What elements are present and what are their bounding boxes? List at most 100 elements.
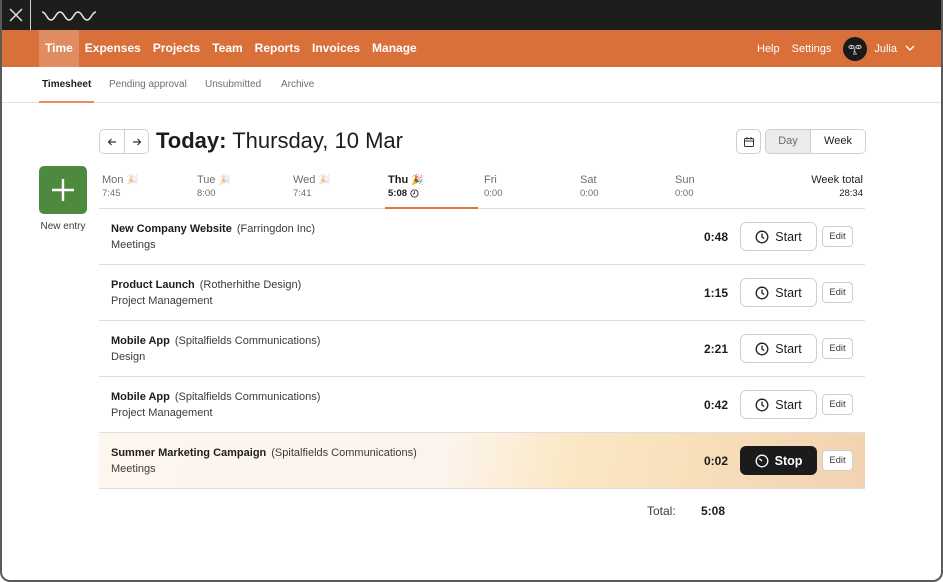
task-name: Project Management [111,407,213,419]
project-name: Mobile App [111,391,170,403]
edit-entry-button[interactable]: Edit [822,450,853,471]
plus-icon [52,179,74,201]
week-strip: Mon 🎉 7:45 Tue 🎉 8:00 Wed 🎉 7:41 Thu 🎉 5:08 … [99,168,865,209]
client-name: (Rotherhithe Design) [199,279,302,291]
avatar[interactable] [843,36,868,61]
clock-icon [755,398,769,411]
start-timer-button[interactable]: Start [740,278,817,307]
client-name: (Spitalfields Communications) [174,335,321,347]
day-name: Mon [102,174,124,186]
client-name: (Spitalfields Communications) [271,447,417,459]
clock-icon [755,286,769,299]
start-label: Start [775,397,802,412]
task-name: Project Management [111,295,213,307]
page-title-date: Thursday, 10 Mar [232,128,403,153]
party-popper-icon: 🎉 [218,174,231,186]
project-name: New Company Website [111,223,232,235]
nav-item-time[interactable]: Time [39,30,79,67]
new-entry-button[interactable] [39,166,87,214]
start-label: Start [775,285,802,300]
new-entry-label: New entry [40,221,86,232]
start-timer-button[interactable]: Start [740,334,817,363]
settings-link[interactable]: Settings [792,43,832,55]
edit-entry-button[interactable]: Edit [822,394,853,415]
client-name: (Spitalfields Communications) [174,391,321,403]
page-title-prefix: Today: [156,128,227,153]
day-tue[interactable]: Tue 🎉 8:00 [197,168,285,209]
time-entry-row: Mobile App (Spitalfields Communications) … [99,377,865,433]
view-toggle: Day Week [765,129,866,154]
view-week-button[interactable]: Week [811,130,865,153]
task-name: Design [111,351,146,363]
day-hours: 8:00 [197,188,216,199]
calendar-button[interactable] [736,129,761,154]
time-entry-row: Product Launch (Rotherhithe Design) Proje… [99,265,865,321]
start-timer-button[interactable]: Start [740,222,817,251]
tab-timesheet[interactable]: Timesheet [39,67,95,103]
total-label: Total: [647,504,676,518]
chevron-down-icon[interactable] [905,45,915,52]
project-name: Mobile App [111,335,170,347]
close-button[interactable] [2,0,31,30]
day-thu[interactable]: Thu 🎉 5:08 [385,168,478,209]
time-entries: New Company Website (Farringdon Inc) Meet… [99,209,865,489]
nav-item-reports[interactable]: Reports [249,30,306,67]
party-popper-icon: 🎉 [126,174,139,186]
entry-duration: 1:15 [703,286,728,300]
time-entry-row: New Company Website (Farringdon Inc) Meet… [99,209,865,265]
tab-unsubmitted[interactable]: Unsubmitted [205,67,261,103]
tab-pending-approval[interactable]: Pending approval [109,67,187,103]
entry-duration: 0:42 [703,398,728,412]
nav-item-manage[interactable]: Manage [366,30,423,67]
nav-item-projects[interactable]: Projects [147,30,206,67]
next-day-button[interactable] [124,130,148,153]
user-name[interactable]: Julia [874,43,897,55]
day-hours: 7:45 [102,188,121,199]
task-name: Meetings [111,239,156,251]
date-navigation [99,129,149,154]
client-name: (Farringdon Inc) [236,223,316,235]
day-hours: 7:41 [293,188,312,199]
project-name: Product Launch [111,279,195,291]
nav-item-expenses[interactable]: Expenses [79,30,147,67]
week-total-label: Week total [811,174,863,186]
day-mon[interactable]: Mon 🎉 7:45 [102,168,190,209]
day-name: Wed [293,174,316,186]
day-fri[interactable]: Fri 0:00 [484,168,572,209]
day-hours: 0:00 [675,188,694,199]
entry-duration: 2:21 [703,342,728,356]
entry-duration: 0:02 [703,454,728,468]
edit-entry-button[interactable]: Edit [822,226,853,247]
stop-label: Stop [774,453,803,468]
day-hours: 5:08 [388,188,408,199]
arrow-right-icon [132,138,141,145]
stop-timer-button[interactable]: Stop [740,446,817,475]
day-sat[interactable]: Sat 0:00 [580,168,668,209]
day-name: Tue [197,174,216,186]
day-hours: 0:00 [484,188,503,199]
view-day-button[interactable]: Day [766,130,811,153]
help-link[interactable]: Help [757,43,780,55]
clock-icon [410,189,419,198]
time-entry-row: Mobile App (Spitalfields Communications) … [99,321,865,377]
edit-entry-button[interactable]: Edit [822,282,853,303]
day-name: Sat [580,174,597,186]
page-title: Today: Thursday, 10 Mar [156,128,403,154]
day-sun[interactable]: Sun 0:00 [675,168,763,209]
start-timer-button[interactable]: Start [740,390,817,419]
nav-item-team[interactable]: Team [206,30,248,67]
top-navigation: Time Expenses Projects Team Reports Invo… [2,30,941,67]
previous-day-button[interactable] [100,130,124,153]
edit-entry-button[interactable]: Edit [822,338,853,359]
day-wed[interactable]: Wed 🎉 7:41 [293,168,381,209]
calendar-icon [743,136,754,147]
clock-icon [755,342,769,355]
app-window: Time Expenses Projects Team Reports Invo… [0,0,943,582]
entry-duration: 0:48 [703,230,728,244]
party-popper-icon: 🎉 [318,174,331,186]
day-name: Sun [675,174,695,186]
total-value: 5:08 [701,504,726,518]
nav-item-invoices[interactable]: Invoices [306,30,366,67]
tab-archive[interactable]: Archive [281,67,314,103]
party-popper-icon: 🎉 [411,174,424,186]
